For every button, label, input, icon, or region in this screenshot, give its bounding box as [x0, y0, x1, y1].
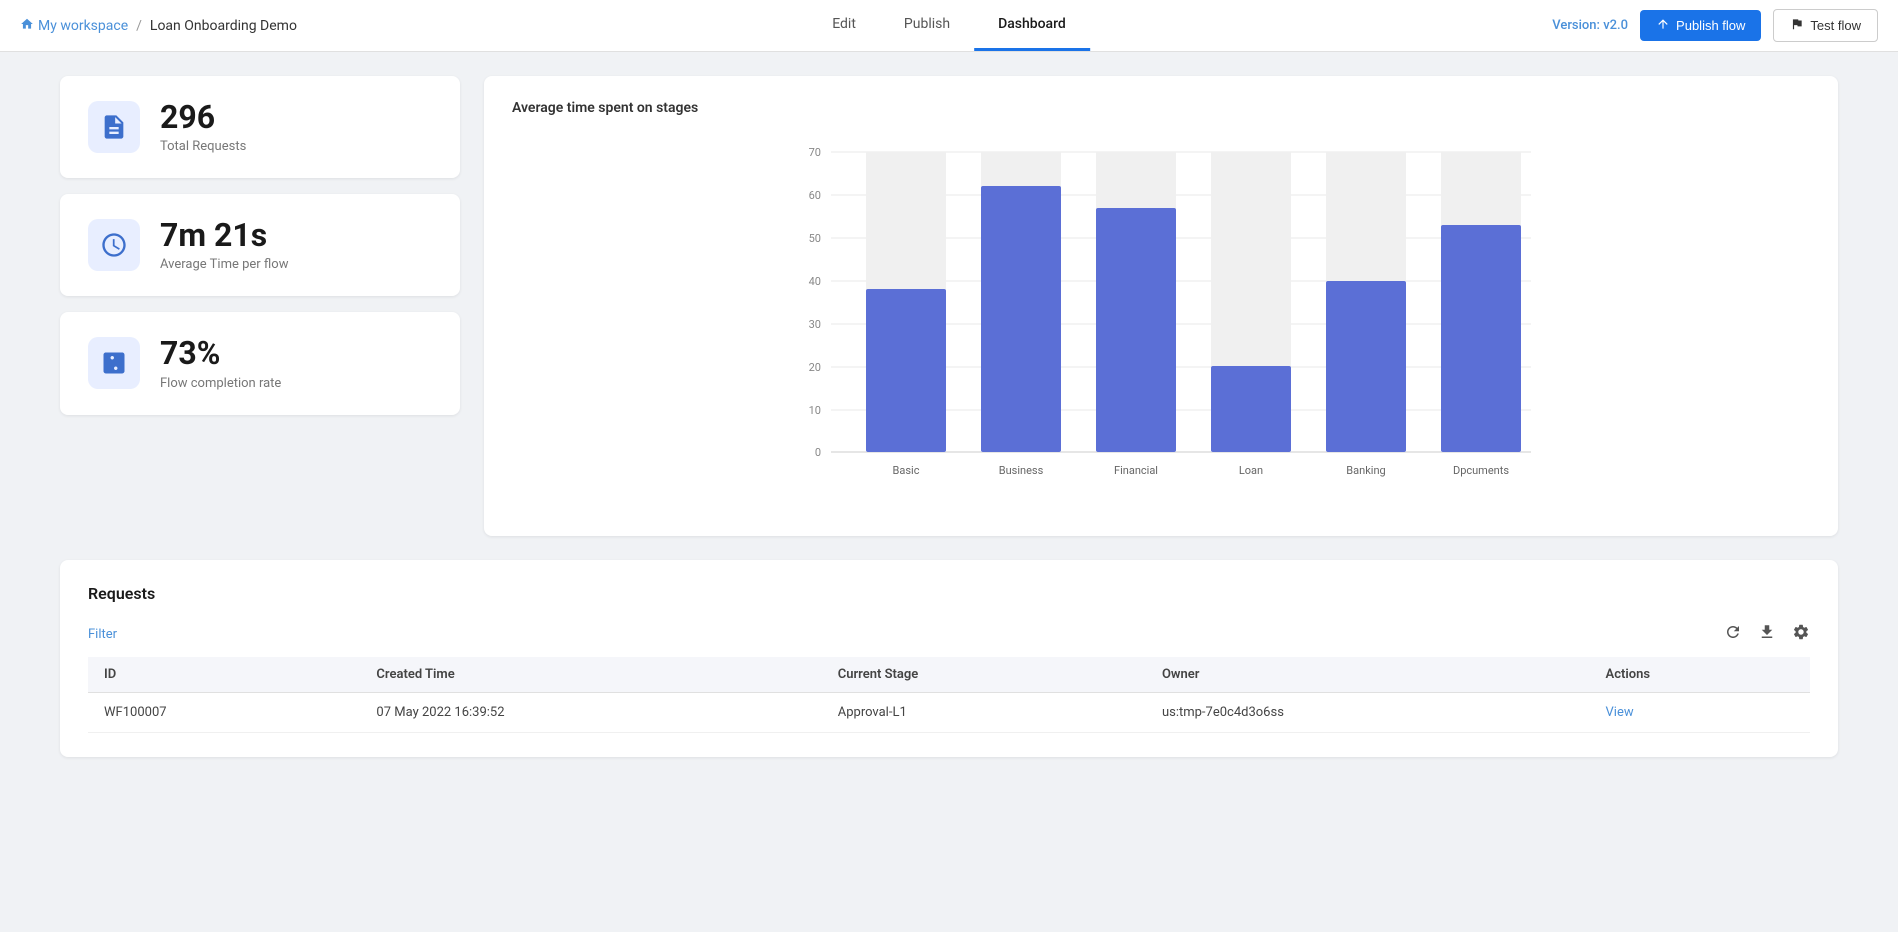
stat-card-total-requests: 296 Total Requests	[60, 76, 460, 178]
avg-time-icon-bg	[88, 219, 140, 271]
requests-card: Requests Filter ID Created Time	[60, 560, 1838, 757]
header-actions: Version: v2.0 Publish flow Test flow	[1552, 9, 1878, 42]
refresh-icon[interactable]	[1724, 623, 1742, 645]
col-header-owner: Owner	[1146, 657, 1590, 693]
total-requests-value: 296	[160, 100, 246, 135]
total-requests-icon-bg	[88, 101, 140, 153]
clock-icon	[100, 231, 128, 259]
svg-text:Banking: Banking	[1346, 464, 1385, 477]
svg-text:10: 10	[809, 404, 821, 417]
version-label: Version: v2.0	[1552, 18, 1628, 33]
nav-tabs: Edit Publish Dashboard	[808, 0, 1090, 51]
avg-time-label: Average Time per flow	[160, 257, 288, 272]
download-icon[interactable]	[1758, 623, 1776, 645]
stats-column: 296 Total Requests 7m 21s Average Time p…	[60, 76, 460, 536]
col-header-id: ID	[88, 657, 360, 693]
stat-card-avg-time: 7m 21s Average Time per flow	[60, 194, 460, 296]
percent-icon	[100, 349, 128, 377]
stat-info-total-requests: 296 Total Requests	[160, 100, 246, 154]
svg-text:Financial: Financial	[1114, 464, 1158, 477]
workspace-label: My workspace	[38, 18, 128, 34]
svg-text:Basic: Basic	[893, 464, 920, 477]
table-toolbar: Filter	[88, 623, 1810, 645]
svg-text:0: 0	[815, 446, 821, 459]
cell-action: View	[1590, 693, 1810, 733]
table-row: WF100007 07 May 2022 16:39:52 Approval-L…	[88, 693, 1810, 733]
svg-text:30: 30	[809, 318, 821, 331]
file-icon	[100, 113, 128, 141]
filter-link[interactable]: Filter	[88, 627, 117, 642]
requests-table: ID Created Time Current Stage Owner Acti…	[88, 657, 1810, 733]
chart-area: 70 60 50 40 30 20 10 0	[512, 132, 1810, 512]
col-header-current-stage: Current Stage	[822, 657, 1146, 693]
tab-edit[interactable]: Edit	[808, 0, 880, 51]
svg-text:50: 50	[809, 232, 821, 245]
publish-flow-label: Publish flow	[1676, 18, 1745, 33]
avg-time-value: 7m 21s	[160, 218, 288, 253]
chart-card: Average time spent on stages	[484, 76, 1838, 536]
project-name: Loan Onboarding Demo	[150, 18, 297, 34]
stats-and-chart: 296 Total Requests 7m 21s Average Time p…	[60, 76, 1838, 536]
completion-rate-value: 73%	[160, 336, 281, 371]
settings-icon[interactable]	[1792, 623, 1810, 645]
total-requests-label: Total Requests	[160, 139, 246, 154]
completion-rate-label: Flow completion rate	[160, 376, 281, 391]
cell-created-time: 07 May 2022 16:39:52	[360, 693, 821, 733]
svg-text:Business: Business	[999, 464, 1044, 477]
col-header-created-time: Created Time	[360, 657, 821, 693]
breadcrumb-separator: /	[136, 18, 142, 34]
svg-text:20: 20	[809, 361, 821, 374]
home-icon	[20, 17, 34, 35]
svg-text:70: 70	[809, 146, 821, 159]
breadcrumb: My workspace / Loan Onboarding Demo	[20, 17, 297, 35]
test-flow-button[interactable]: Test flow	[1773, 9, 1878, 42]
col-header-actions: Actions	[1590, 657, 1810, 693]
svg-text:40: 40	[809, 275, 821, 288]
table-icons	[1724, 623, 1810, 645]
requests-title: Requests	[88, 584, 1810, 603]
stat-info-avg-time: 7m 21s Average Time per flow	[160, 218, 288, 272]
tab-publish[interactable]: Publish	[880, 0, 974, 51]
svg-text:Loan: Loan	[1239, 464, 1263, 477]
view-action-link[interactable]: View	[1606, 705, 1634, 720]
svg-text:Dpcuments: Dpcuments	[1453, 464, 1509, 477]
test-flow-icon	[1790, 17, 1804, 34]
svg-text:60: 60	[809, 189, 821, 202]
completion-rate-icon-bg	[88, 337, 140, 389]
workspace-link[interactable]: My workspace	[20, 17, 128, 35]
test-flow-label: Test flow	[1810, 18, 1861, 33]
stat-info-completion-rate: 73% Flow completion rate	[160, 336, 281, 390]
table-header-row: ID Created Time Current Stage Owner Acti…	[88, 657, 1810, 693]
cell-owner: us:tmp-7e0c4d3o6ss	[1146, 693, 1590, 733]
chart-title: Average time spent on stages	[512, 100, 1810, 116]
cell-current-stage: Approval-L1	[822, 693, 1146, 733]
bar-chart: 70 60 50 40 30 20 10 0	[512, 132, 1810, 512]
cell-id: WF100007	[88, 693, 360, 733]
app-header: My workspace / Loan Onboarding Demo Edit…	[0, 0, 1898, 52]
stat-card-completion-rate: 73% Flow completion rate	[60, 312, 460, 414]
publish-flow-icon	[1656, 17, 1670, 34]
tab-dashboard[interactable]: Dashboard	[974, 0, 1090, 51]
main-content: 296 Total Requests 7m 21s Average Time p…	[0, 52, 1898, 781]
publish-flow-button[interactable]: Publish flow	[1640, 10, 1761, 41]
